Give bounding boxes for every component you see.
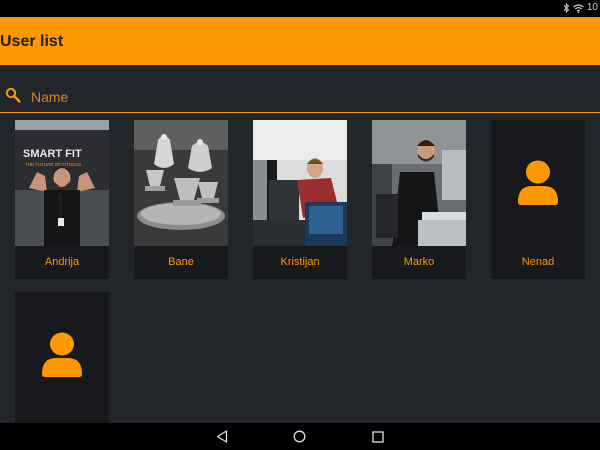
- recents-icon[interactable]: [372, 430, 384, 448]
- user-card[interactable]: Kristijan: [253, 120, 347, 279]
- user-name: Kristijan: [280, 256, 320, 268]
- back-icon[interactable]: [216, 430, 228, 448]
- page-title: User list: [0, 33, 64, 50]
- status-icons: 10: [563, 2, 598, 14]
- user-card[interactable]: Marko: [372, 120, 466, 279]
- user-name: Nenad: [521, 256, 555, 268]
- user-card[interactable]: Nenad: [491, 120, 585, 279]
- default-avatar-icon: [42, 332, 82, 383]
- user-photo: [253, 120, 347, 246]
- status-clock: 10: [586, 2, 598, 13]
- bluetooth-icon: [563, 3, 570, 13]
- user-name: Andrija: [44, 256, 80, 268]
- search-input[interactable]: [31, 87, 591, 107]
- user-card[interactable]: SMART FIT THE FUTURE OF FITNESS Andrija: [15, 120, 109, 279]
- user-name: Bane: [168, 256, 194, 268]
- gym-logo-text: SMART FIT: [23, 148, 82, 160]
- default-avatar-icon: [518, 160, 558, 211]
- user-photo: SMART FIT THE FUTURE OF FITNESS: [15, 120, 109, 246]
- home-icon[interactable]: [293, 430, 306, 448]
- user-name: Marko: [403, 256, 435, 268]
- wifi-icon: [573, 3, 584, 13]
- status-bar: 10: [0, 0, 600, 17]
- user-card[interactable]: Bane: [134, 120, 228, 279]
- user-card[interactable]: [15, 292, 109, 423]
- user-photo: [372, 120, 466, 246]
- search-icon: [5, 87, 21, 108]
- navigation-bar: [0, 423, 600, 450]
- user-photo: [134, 120, 228, 246]
- search-bar: [0, 85, 600, 113]
- app-bar: User list: [0, 17, 600, 65]
- gym-tagline: THE FUTURE OF FITNESS: [25, 162, 81, 167]
